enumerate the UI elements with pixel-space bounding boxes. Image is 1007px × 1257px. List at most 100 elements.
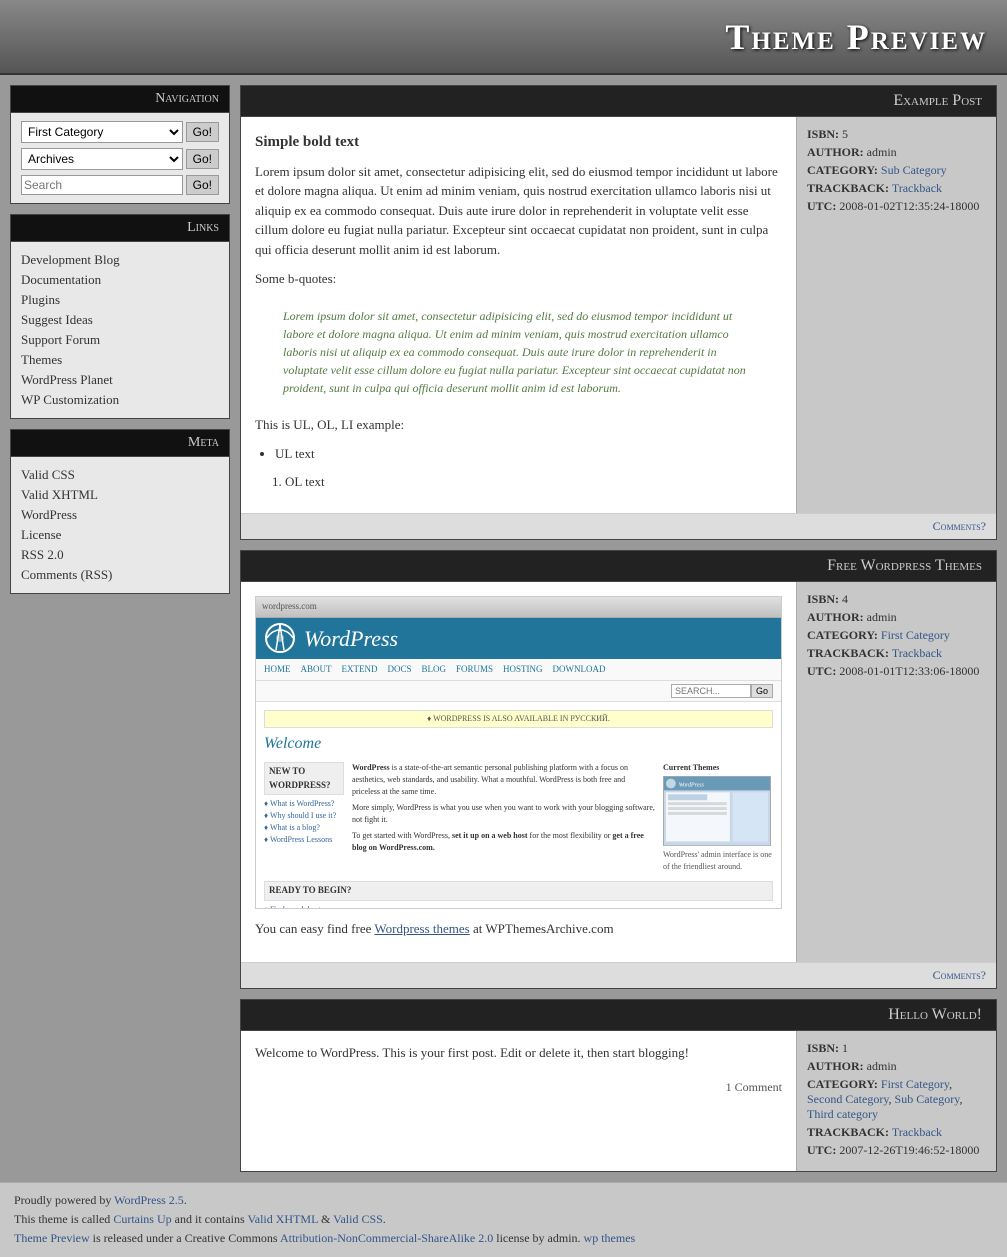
wp-search-button[interactable]: Go [751,684,773,698]
post-wp-themes-text: You can easy find free Wordpress themes … [255,919,782,939]
browser-bar: wordpress.com [256,597,781,618]
list-item: Development Blog [21,250,219,270]
wp-header-bar: WordPress [256,618,781,659]
sidebar: Navigation First CategoryArchives Go! Ar… [10,85,230,594]
search-input[interactable] [21,175,183,195]
footer-line2: This theme is called Curtains Up and it … [14,1210,993,1229]
wp-columns: NEW TO WORDPRESS? ♦ What is WordPress? ♦… [264,762,773,875]
meta-author: AUTHOR: admin [807,145,986,160]
wp-search-field[interactable] [671,684,751,698]
footer-valid-xhtml[interactable]: Valid XHTML [247,1212,318,1226]
meta-valid-xhtml[interactable]: Valid XHTML [21,487,98,502]
trackback-link[interactable]: Trackback [892,646,942,660]
post-ul: UL text [275,444,782,464]
wordpress-logo-icon [264,622,296,654]
cat-sub[interactable]: Sub Category [895,1092,960,1106]
post-hello-world-meta: ISBN: 1 AUTHOR: admin CATEGORY: First Ca… [796,1031,996,1171]
list-item: OL text [285,472,782,492]
trackback-link[interactable]: Trackback [892,181,942,195]
page-title: Theme Preview [725,16,987,58]
link-wordpress-planet[interactable]: WordPress Planet [21,372,113,387]
meta-utc: UTC: 2008-01-02T12:35:24-18000 [807,199,986,214]
browser-content: WordPress HOME ABOUT EXTEND DOCS BLOG FO… [256,618,781,908]
meta-isbn: ISBN: 4 [807,592,986,607]
wp-ready-section: READY TO BEGIN? ♦ Find a web host ♦ Down… [264,881,773,908]
comments-link[interactable]: Comments? [933,519,986,533]
category-dropdown[interactable]: First CategoryArchives [21,121,183,143]
comments-link-2[interactable]: Comments? [933,968,986,982]
meta-wordpress[interactable]: WordPress [21,507,77,522]
wp-page-content: ♦ WORDPRESS IS ALSO AVAILABLE IN РУССКИЙ… [256,702,781,908]
footer-theme-link[interactable]: Curtains Up [113,1212,171,1226]
cat-first[interactable]: First Category [881,1077,949,1091]
browser-url: wordpress.com [262,600,317,614]
category-link[interactable]: Sub Category [881,163,947,177]
main-layout: Navigation First CategoryArchives Go! Ar… [0,75,1007,1182]
meta-comments-rss[interactable]: Comments (RSS) [21,567,112,582]
post-hello-world-body: Welcome to WordPress. This is your first… [241,1031,796,1171]
wp-browser-mock: wordpress.com WordPress [255,596,782,909]
wp-side-column: Current Themes WordPress [663,762,773,875]
meta-content: Valid CSS Valid XHTML WordPress License … [11,457,229,593]
cat-second[interactable]: Second Category [807,1092,889,1106]
link-support-forum[interactable]: Support Forum [21,332,100,347]
footer-cc-link[interactable]: Attribution-NonCommercial-ShareAlike 2.0 [280,1231,493,1245]
links-label: Links [11,215,229,242]
wp-new-to-wp: NEW TO WORDPRESS? ♦ What is WordPress? ♦… [264,762,344,875]
archives-select-row: Archives Go! [21,148,219,170]
wp-main-column: ♦ WORDPRESS IS ALSO AVAILABLE IN РУССКИЙ… [264,710,773,908]
link-wp-customization[interactable]: WP Customization [21,392,119,407]
list-item: Comments (RSS) [21,565,219,585]
category-go-button[interactable]: Go! [186,122,219,142]
meta-isbn: ISBN: 5 [807,127,986,142]
meta-valid-css[interactable]: Valid CSS [21,467,75,482]
list-item: Documentation [21,270,219,290]
meta-license[interactable]: License [21,527,61,542]
post-example-body: Simple bold text Lorem ipsum dolor sit a… [241,117,796,513]
footer-line3: Theme Preview is released under a Creati… [14,1229,993,1248]
meta-category: CATEGORY: First Category [807,628,986,643]
link-plugins[interactable]: Plugins [21,292,60,307]
post-wp-themes-footer: Comments? [241,962,996,988]
meta-author: AUTHOR: admin [807,610,986,625]
list-item: RSS 2.0 [21,545,219,565]
content-area: Example Post Simple bold text Lorem ipsu… [240,85,997,1172]
links-list: Development Blog Documentation Plugins S… [21,250,219,410]
footer-wp-link[interactable]: WordPress 2.5 [114,1193,184,1207]
list-item: Valid XHTML [21,485,219,505]
search-go-button[interactable]: Go! [186,175,219,195]
list-item: Suggest Ideas [21,310,219,330]
footer-valid-css[interactable]: Valid CSS [333,1212,383,1226]
footer-wp-themes-link[interactable]: wp themes [584,1231,636,1245]
post-example-h2: Simple bold text [255,131,782,154]
category-link[interactable]: First Category [881,628,950,642]
wp-about-text: WordPress is a state-of-the-art semantic… [352,762,655,875]
meta-utc: UTC: 2007-12-26T19:46:52-18000 [807,1143,986,1158]
archives-go-button[interactable]: Go! [186,149,219,169]
wp-nav-links: HOME ABOUT EXTEND DOCS BLOG FORUMS HOSTI… [256,659,781,682]
wp-notice-bar: ♦ WORDPRESS IS ALSO AVAILABLE IN РУССКИЙ… [264,710,773,728]
comment-count-link[interactable]: 1 Comment [726,1080,782,1094]
post-bquote-intro: Some b-quotes: [255,269,782,289]
archives-dropdown[interactable]: Archives [21,148,183,170]
hello-world-text: Welcome to WordPress. This is your first… [241,1031,796,1075]
list-item: Valid CSS [21,465,219,485]
meta-utc: UTC: 2008-01-01T12:33:06-18000 [807,664,986,679]
post-wp-themes-title: Free Wordpress Themes [241,551,996,582]
post-example-meta: ISBN: 5 AUTHOR: admin CATEGORY: Sub Cate… [796,117,996,513]
cat-third[interactable]: Third category [807,1107,878,1121]
list-item: UL text [275,444,782,464]
footer-theme-preview-link[interactable]: Theme Preview [14,1231,90,1245]
footer-line1: Proudly powered by WordPress 2.5. [14,1191,993,1210]
list-item: WordPress [21,505,219,525]
meta-rss[interactable]: RSS 2.0 [21,547,64,562]
page-header: Theme Preview [0,0,1007,75]
trackback-link-3[interactable]: Trackback [892,1125,942,1139]
link-development-blog[interactable]: Development Blog [21,252,120,267]
meta-trackback: TRACKBACK: Trackback [807,646,986,661]
link-themes[interactable]: Themes [21,352,62,367]
wordpress-themes-link[interactable]: Wordpress themes [374,921,469,936]
link-documentation[interactable]: Documentation [21,272,101,287]
meta-category: CATEGORY: Sub Category [807,163,986,178]
link-suggest-ideas[interactable]: Suggest Ideas [21,312,93,327]
